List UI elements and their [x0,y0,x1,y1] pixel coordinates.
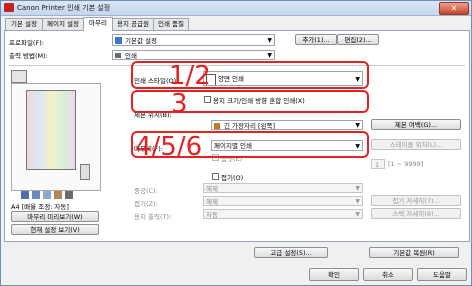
tab-finishing[interactable]: 마무리 [83,17,113,31]
fold-icon [54,191,62,199]
chevron-down-icon: ▼ [355,185,360,192]
offset-count-input[interactable]: 1 [371,159,385,169]
printer-app-icon [4,3,14,12]
paper-output-label: 용지 출력(T): [134,213,172,221]
paper-output-value: 자동 [206,211,218,219]
annotation-box-mixed-sizes [131,90,369,113]
ok-button[interactable]: 확인 [309,268,359,281]
profile-label: 프로파일(F): [9,39,44,47]
tab-basic[interactable]: 기본 설정 [5,18,43,30]
fold-type-select[interactable]: 해제 ▼ [203,196,363,206]
binding-margin-button[interactable]: 제본 여백(G)... [371,119,461,130]
title-bar: Canon Printer 인쇄 기본 설정 ✕ [1,1,471,16]
chevron-down-icon: ▼ [355,198,360,205]
chevron-down-icon: ▼ [267,37,272,44]
binding-location-value: 긴 가장자리 [왼쪽] [224,122,276,130]
finishing-preview-button[interactable]: 마무리 미리보기(W) [11,211,99,222]
fold-type-label: 접기(Z): [134,200,158,208]
tab-paper-source[interactable]: 용지 공급원 [112,18,154,30]
printer-icon [115,53,121,58]
offset-range-hint: [1 ~ 9999] [388,160,424,168]
output-method-select[interactable]: 인쇄 ▼ [112,50,275,60]
cancel-button[interactable]: 취소 [363,268,413,281]
annotation-box-print-style [131,61,369,89]
profile-select[interactable]: 기본값 설정 ▼ [112,34,275,46]
duplex-icon [21,191,29,199]
binding-icon [214,123,220,129]
tab-page-setup[interactable]: 페이지 설정 [42,18,84,30]
chevron-down-icon: ▼ [355,122,360,129]
restore-defaults-button[interactable]: 기본값 복원(R) [369,247,459,258]
fold-label: 접기(O) [221,174,244,182]
tab-quality[interactable]: 인쇄 품질 [153,18,189,30]
help-button[interactable]: 도움말 [417,268,467,281]
preview-icon-strip [21,191,97,199]
finishing-panel: 프로파일(F): 기본값 설정 ▼ 추가(1)... 편집(2)... 출력 방… [4,30,470,242]
profile-icon [115,37,122,44]
stack-details-button[interactable]: 스택 자세히(8)... [371,208,461,219]
annotation-label-1-2: 1/2 [169,61,211,91]
page-preview [11,83,101,191]
print-preferences-window: Canon Printer 인쇄 기본 설정 ✕ 기본 설정 페이지 설정 마무… [0,0,472,286]
binding-location-select[interactable]: 긴 가장자리 [왼쪽] ▼ [211,120,363,130]
output-method-value: 인쇄 [125,52,137,60]
fold-type-value: 해제 [206,198,218,206]
annotation-label-3: 3 [171,89,188,119]
close-icon[interactable]: ✕ [439,2,469,15]
staple-icon [43,191,51,199]
chevron-down-icon: ▼ [267,52,272,59]
stack-icon [65,191,73,199]
preview-page-image [26,90,76,170]
output-method-label: 출력 방법(M): [9,52,48,60]
collate-icon [32,191,40,199]
fold-checkbox[interactable] [212,173,219,180]
staple-location-button[interactable]: 스테이플 위치(L)... [371,139,461,150]
collate-label: 중공(C): [134,187,158,195]
advanced-settings-button[interactable]: 고급 설정(5)... [254,247,328,258]
profile-value: 기본값 설정 [125,37,157,45]
collate-select[interactable]: 해제 ▼ [203,183,363,193]
fold-details-button[interactable]: 접기 자세히(7)... [371,195,461,206]
collate-value: 해제 [206,185,218,193]
chevron-down-icon: ▼ [355,211,360,218]
annotation-label-4-5-6: 4/5/6 [135,132,203,162]
output-tray-icon [80,164,90,180]
paper-output-select[interactable]: 자동 ▼ [203,209,363,219]
paper-size-caption: A4 [배율 조정: 자동] [11,203,69,211]
profile-add-button[interactable]: 추가(1)... [295,34,337,45]
preview-mode-icon[interactable] [11,70,27,83]
profile-edit-button[interactable]: 편집(2)... [337,34,379,45]
view-settings-button[interactable]: 현재 설정 보기(V) [11,224,99,235]
window-title: Canon Printer 인쇄 기본 설정 [17,4,111,12]
